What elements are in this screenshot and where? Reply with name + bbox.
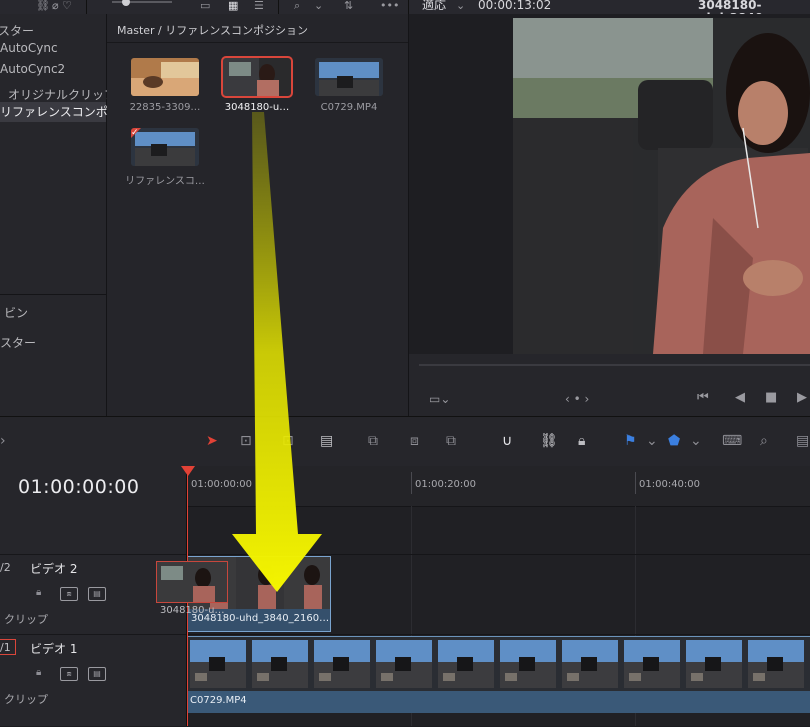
- scrub-bar[interactable]: [419, 364, 810, 366]
- zoom-custom-icon[interactable]: ▤: [796, 433, 809, 449]
- heart-icon[interactable]: ♡: [62, 0, 72, 12]
- timeline-clip-v1[interactable]: C0729.MP4: [187, 636, 810, 713]
- timeline-thumbnail[interactable]: [131, 128, 199, 166]
- snapping-icon[interactable]: ∪: [502, 433, 512, 449]
- smart-bin-item[interactable]: スター: [0, 334, 36, 351]
- blade-tool-icon[interactable]: ▤: [320, 433, 333, 449]
- chevron-down-icon[interactable]: ⌄: [690, 433, 702, 449]
- track-id[interactable]: /2: [0, 561, 11, 574]
- drag-ghost-thumbnail: [156, 561, 228, 603]
- link-icon[interactable]: ⛓: [36, 0, 50, 12]
- smart-bin-item[interactable]: ビン: [4, 304, 28, 321]
- detail-view-icon[interactable]: ☰: [254, 0, 264, 12]
- search-icon[interactable]: ⌕: [294, 0, 300, 12]
- tag-icon[interactable]: ⌀: [52, 0, 59, 12]
- more-options-icon[interactable]: •••: [380, 0, 399, 12]
- viewer-timecode: 00:00:13:02: [478, 0, 552, 12]
- timeline-timecode: 01:00:00:00: [18, 476, 140, 498]
- clip-thumbnail[interactable]: [315, 58, 383, 96]
- selection-tool-icon[interactable]: ➤: [206, 433, 218, 449]
- clip-label: 22835-3309…: [129, 102, 201, 113]
- track-clip-count: クリップ: [4, 693, 48, 706]
- overwrite-clip-icon[interactable]: ⧈: [410, 433, 419, 449]
- zoom-fit-dropdown[interactable]: 適応: [422, 0, 446, 12]
- chevron-down-icon[interactable]: ⌄: [314, 0, 323, 12]
- breadcrumb: Master / リファレンスコンポジション: [117, 24, 309, 37]
- step-back-icon[interactable]: ◀: [735, 390, 745, 405]
- top-toolbar: ⌀ ⛓ ♡ ▭ ▦ ☰ ⌕ ⌄ ⇅ ••• 適応 ⌄ 00:00:13:02 3…: [0, 0, 810, 25]
- clip-label: リファレンスコ…: [125, 176, 205, 187]
- bin-item[interactable]: オリジナルクリップ: [8, 86, 116, 103]
- track-enable-icon[interactable]: ▤: [88, 587, 106, 601]
- clip-nav[interactable]: ‹ • ›: [565, 392, 589, 406]
- bin-item[interactable]: スター: [0, 22, 34, 39]
- media-pool-panel: Master / リファレンスコンポジション 22835-3309… 30481…: [107, 14, 409, 416]
- track-header-v1: /1 ビデオ 1 🔒︎ ⧈ ▤ クリップ: [0, 634, 186, 727]
- clip-label: C0729.MP4: [320, 102, 378, 113]
- bin-list-panel: スター AutoCync AutoCync2 オリジナルクリップ リファレンスコ…: [0, 14, 120, 416]
- clip-thumbnail-selected[interactable]: [221, 56, 293, 98]
- list-view-icon[interactable]: ▭: [200, 0, 210, 12]
- thumbnail-size-slider[interactable]: [112, 0, 172, 9]
- trim-tool-icon[interactable]: ⊡: [240, 433, 252, 449]
- track-name[interactable]: ビデオ 1: [30, 640, 77, 657]
- lock-icon[interactable]: 🔒︎: [36, 587, 41, 598]
- clip-filmstrip: [187, 637, 810, 691]
- flag-icon[interactable]: ⚑: [624, 433, 637, 449]
- track-enable-icon[interactable]: ▤: [88, 667, 106, 681]
- ruler-label: 01:00:40:00: [639, 479, 701, 490]
- auto-select-icon[interactable]: ⧈: [60, 587, 78, 601]
- viewer-controls: ▭⌄ ‹ • › ⏮ ◀ ■ ▶: [409, 354, 810, 416]
- chevron-down-icon[interactable]: ⌄: [646, 433, 658, 449]
- divider: [0, 294, 106, 295]
- go-to-start-icon[interactable]: ⏮: [697, 390, 709, 405]
- sort-icon[interactable]: ⇅: [344, 0, 353, 12]
- timeline-toolbar: › ➤ ⊡ ⊡ ▤ ⧉ ⧈ ⧉ ∪ ⛓ 🔒︎ ⚑ ⌄ ⬟ ⌄ ⌨ ⌕ ▤: [0, 416, 810, 467]
- zoom-full-icon[interactable]: ⌨: [722, 433, 742, 449]
- viewer-panel: ▭⌄ ‹ • › ⏮ ◀ ■ ▶: [409, 14, 810, 416]
- bin-item[interactable]: AutoCync2: [0, 62, 65, 76]
- marker-icon[interactable]: ⬟: [668, 433, 680, 449]
- chevron-icon[interactable]: ›: [0, 433, 6, 449]
- auto-select-icon[interactable]: ⧈: [60, 667, 78, 681]
- track-name[interactable]: ビデオ 2: [30, 560, 77, 577]
- insert-clip-icon[interactable]: ⧉: [368, 433, 378, 449]
- dynamic-trim-icon[interactable]: ⊡: [282, 433, 294, 449]
- track-id[interactable]: /1: [0, 641, 11, 654]
- clip-label: 3048180-u…: [224, 102, 290, 113]
- check-icon: ✓: [131, 128, 139, 138]
- drag-ghost-label: 3048180-u…: [160, 605, 225, 616]
- timeline-ruler[interactable]: 01:00:00:00 01:00:20:00 01:00:40:00: [187, 466, 810, 507]
- track-clip-count: クリップ: [4, 613, 48, 626]
- bin-item[interactable]: AutoCync: [0, 41, 58, 55]
- ruler-label: 01:00:20:00: [415, 479, 477, 490]
- stop-icon[interactable]: ■: [765, 390, 777, 405]
- clip-name: C0729.MP4: [190, 695, 247, 706]
- lock-icon[interactable]: 🔒︎: [36, 667, 41, 678]
- grid-view-icon[interactable]: ▦: [228, 0, 238, 12]
- viewer-frame[interactable]: [513, 18, 810, 354]
- position-lock-icon[interactable]: 🔒︎: [578, 433, 585, 449]
- bin-item-selected[interactable]: リファレンスコンポ…: [0, 102, 120, 122]
- zoom-detail-icon[interactable]: ⌕: [760, 433, 768, 449]
- chevron-down-icon: ⌄: [456, 0, 466, 12]
- linked-selection-icon[interactable]: ⛓: [540, 433, 558, 449]
- ruler-label: 01:00:00:00: [191, 479, 253, 490]
- replace-clip-icon[interactable]: ⧉: [446, 433, 456, 449]
- clip-thumbnail[interactable]: [131, 58, 199, 96]
- view-options-icon[interactable]: ▭⌄: [429, 392, 450, 406]
- play-icon[interactable]: ▶: [797, 390, 807, 405]
- timeline-area[interactable]: 01:00:00:00 01:00:20:00 01:00:40:00 3048…: [181, 466, 810, 726]
